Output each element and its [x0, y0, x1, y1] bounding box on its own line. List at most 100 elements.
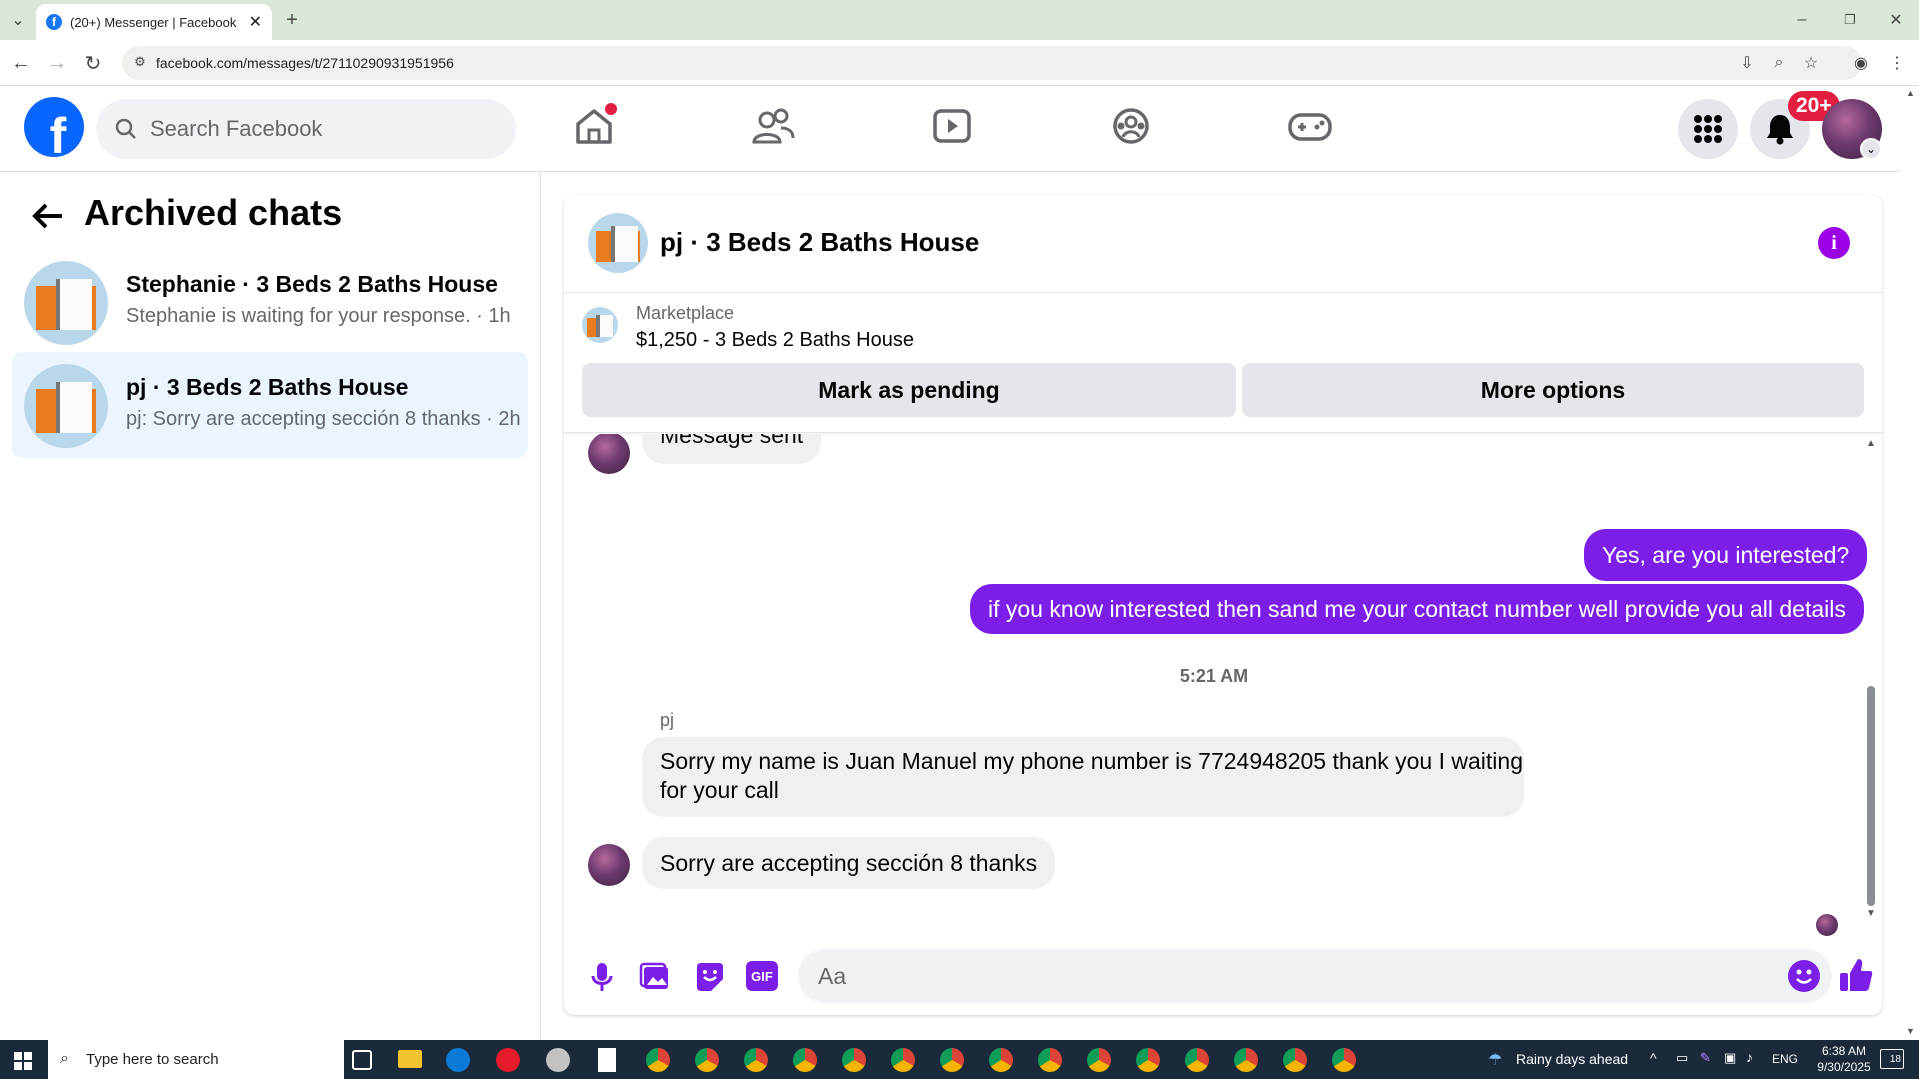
weather-rain-icon[interactable]: ☂ [1488, 1050, 1502, 1070]
chrome-icon[interactable] [1136, 1048, 1160, 1072]
bookmark-star-icon[interactable]: ☆ [1800, 52, 1822, 74]
taskbar-search-input[interactable]: ⌕ Type here to search [48, 1040, 344, 1079]
chrome-icon[interactable] [842, 1048, 866, 1072]
more-options-button[interactable]: More options [1242, 363, 1864, 417]
info-icon[interactable]: i [1818, 227, 1850, 259]
page-scroll-down-icon[interactable]: ▼ [1906, 1026, 1915, 1036]
opera-icon[interactable] [496, 1048, 520, 1072]
taskbar-search-icon: ⌕ [60, 1050, 69, 1067]
page-scroll-up-icon[interactable]: ▲ [1906, 88, 1915, 98]
message-input[interactable]: Aa [798, 949, 1832, 1003]
network-icon[interactable]: ▣ [1724, 1050, 1736, 1066]
message-input-placeholder: Aa [818, 963, 847, 989]
marketplace-label: Marketplace [636, 303, 735, 323]
chrome-icon[interactable] [989, 1048, 1013, 1072]
marketplace-listing-bar: Marketplace $1,250 - 3 Beds 2 Baths Hous… [564, 293, 1882, 433]
notepad-icon[interactable] [598, 1048, 616, 1072]
chat-item-stephanie[interactable]: Stephanie · 3 Beds 2 Baths House Stephan… [12, 249, 528, 355]
emoji-icon[interactable] [1788, 960, 1820, 992]
back-arrow-icon[interactable] [28, 196, 68, 236]
volume-icon[interactable]: ♪ [1746, 1049, 1753, 1065]
facebook-favicon-icon: f [46, 14, 62, 30]
chat-item-pj-selected[interactable]: pj · 3 Beds 2 Baths House pj: Sorry are … [12, 352, 528, 458]
watch-nav-icon[interactable] [922, 102, 982, 152]
task-view-icon[interactable] [352, 1050, 372, 1070]
edge-icon[interactable] [446, 1048, 470, 1072]
photo-icon[interactable] [638, 959, 674, 995]
menu-grid-button[interactable] [1678, 99, 1738, 159]
facebook-logo-icon[interactable]: f [24, 97, 84, 157]
search-input[interactable]: Search Facebook [96, 99, 516, 159]
grid-icon [1694, 115, 1722, 143]
back-icon[interactable]: ← [8, 50, 34, 76]
tab-close-icon[interactable]: ✕ [249, 12, 262, 32]
message-bubble-partial: Message sent [642, 434, 822, 464]
clock[interactable]: 6:38 AM 9/30/2025 [1808, 1043, 1880, 1075]
file-explorer-icon[interactable] [398, 1050, 422, 1068]
listing-title[interactable]: $1,250 - 3 Beds 2 Baths House [636, 329, 914, 352]
sender-avatar [588, 434, 630, 474]
pen-icon[interactable]: ✎ [1700, 1050, 1711, 1066]
tray-chevron-up-icon[interactable]: ^ [1650, 1050, 1657, 1066]
chrome-icon[interactable] [891, 1048, 915, 1072]
chrome-icon[interactable] [744, 1048, 768, 1072]
scrollbar-thumb[interactable] [1867, 686, 1875, 906]
restore-icon[interactable]: ❐ [1838, 8, 1862, 32]
language-indicator[interactable]: ENG [1772, 1052, 1798, 1066]
search-icon [115, 118, 136, 139]
app-icon[interactable] [546, 1048, 570, 1072]
chat-preview: pj: Sorry are accepting sección 8 thanks… [126, 408, 521, 430]
windows-start-icon[interactable] [14, 1052, 32, 1070]
thumbs-up-icon[interactable] [1836, 955, 1876, 995]
incoming-message-line: Sorry my name is Juan Manuel my phone nu… [660, 748, 1523, 774]
friends-nav-icon[interactable] [743, 102, 803, 152]
chrome-icon[interactable] [940, 1048, 964, 1072]
chrome-icon[interactable] [1087, 1048, 1111, 1072]
browser-tab[interactable]: f (20+) Messenger | Facebook ✕ [36, 4, 272, 40]
scroll-down-arrow-icon[interactable]: ▼ [1866, 908, 1876, 920]
chrome-icon[interactable] [793, 1048, 817, 1072]
minimize-icon[interactable]: – [1790, 8, 1814, 32]
site-info-icon[interactable]: ⚙ [132, 54, 148, 70]
account-chevron-down-icon[interactable]: ⌄ [1860, 138, 1882, 160]
windows-taskbar: ⌕ Type here to search ☂ Rainy days ahead… [0, 1040, 1919, 1079]
zoom-icon[interactable]: ⌕ [1768, 52, 1790, 74]
chrome-icon[interactable] [695, 1048, 719, 1072]
groups-nav-icon[interactable] [1101, 102, 1161, 152]
reload-icon[interactable]: ↻ [80, 50, 106, 76]
outgoing-message: Yes, are you interested? [1584, 529, 1868, 581]
chrome-icon[interactable] [1185, 1048, 1209, 1072]
gaming-nav-icon[interactable] [1280, 102, 1340, 152]
browser-tab-bar: ⌄ f (20+) Messenger | Facebook ✕ + – ❐ ✕ [0, 0, 1919, 40]
chrome-icon[interactable] [1038, 1048, 1062, 1072]
url-field[interactable]: ⚙ facebook.com/messages/t/27110290931951… [122, 46, 1862, 80]
outgoing-message: if you know interested then sand me your… [970, 584, 1864, 634]
profile-icon[interactable]: ◉ [1850, 52, 1872, 74]
mark-as-pending-button[interactable]: Mark as pending [582, 363, 1236, 417]
chrome-icon[interactable] [1332, 1048, 1356, 1072]
taskbar-search-placeholder: Type here to search [86, 1051, 219, 1068]
conversation-title[interactable]: pj · 3 Beds 2 Baths House [660, 227, 979, 258]
forward-icon[interactable]: → [44, 50, 70, 76]
listing-thumbnail-small[interactable] [582, 307, 618, 343]
chrome-icon[interactable] [1283, 1048, 1307, 1072]
new-tab-icon[interactable]: + [280, 8, 304, 32]
gif-icon[interactable]: GIF [746, 961, 778, 991]
sticker-icon[interactable] [692, 959, 728, 995]
home-nav-icon[interactable] [564, 102, 624, 152]
weather-text[interactable]: Rainy days ahead [1516, 1051, 1628, 1067]
chrome-icon[interactable] [1234, 1048, 1258, 1072]
install-app-icon[interactable]: ⇩ [1736, 52, 1758, 74]
menu-kebab-icon[interactable]: ⋮ [1886, 52, 1908, 74]
incoming-message: Sorry are accepting sección 8 thanks [642, 837, 1056, 889]
address-bar-row: ← → ↻ ⚙ facebook.com/messages/t/27110290… [0, 40, 1919, 86]
tray-app-icon[interactable]: ▭ [1676, 1050, 1688, 1066]
microphone-icon[interactable] [584, 959, 620, 995]
message-list: Message sent Yes, are you interested? if… [564, 434, 1882, 939]
tab-search-icon[interactable]: ⌄ [6, 8, 30, 32]
scroll-up-arrow-icon[interactable]: ▲ [1866, 438, 1876, 450]
window-close-icon[interactable]: ✕ [1884, 8, 1908, 32]
notification-center-icon[interactable]: 18 [1880, 1049, 1904, 1069]
chrome-icon[interactable] [646, 1048, 670, 1072]
conversation-avatar[interactable] [588, 213, 648, 273]
